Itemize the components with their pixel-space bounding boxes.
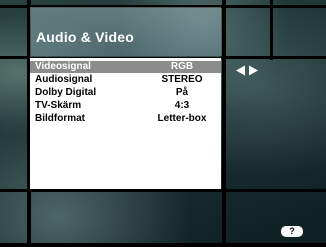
menu-row-label: Videosignal bbox=[35, 61, 91, 72]
menu-row-audiosignal[interactable]: Audiosignal STEREO bbox=[30, 74, 221, 86]
grid-line bbox=[0, 189, 326, 192]
menu-row-label: Audiosignal bbox=[35, 74, 93, 85]
menu-row-label: Bildformat bbox=[35, 113, 85, 124]
grid-line bbox=[222, 0, 226, 247]
menu-row-value: På bbox=[175, 87, 189, 98]
settings-menu: Videosignal RGB Audiosignal STEREO Dolby… bbox=[30, 58, 221, 189]
menu-row-value: Letter-box bbox=[157, 113, 207, 124]
help-button[interactable]: ? bbox=[281, 226, 303, 237]
menu-row-tv-skarm[interactable]: TV-Skärm 4:3 bbox=[30, 100, 221, 112]
grid-line bbox=[0, 243, 326, 247]
menu-row-label: TV-Skärm bbox=[35, 100, 82, 111]
left-right-arrows-icon[interactable] bbox=[232, 64, 262, 77]
menu-row-dolby-digital[interactable]: Dolby Digital På bbox=[30, 87, 221, 99]
menu-row-videosignal[interactable]: Videosignal RGB bbox=[30, 61, 221, 73]
menu-row-bildformat[interactable]: Bildformat Letter-box bbox=[30, 113, 221, 125]
menu-row-value: 4:3 bbox=[174, 100, 190, 111]
menu-row-value: STEREO bbox=[161, 74, 203, 85]
menu-row-label: Dolby Digital bbox=[35, 87, 97, 98]
page-title: Audio & Video bbox=[36, 29, 135, 45]
grid-line bbox=[270, 0, 273, 60]
menu-row-value: RGB bbox=[170, 61, 194, 72]
osd-screen: Audio & Video Videosignal RGB Audiosigna… bbox=[0, 0, 326, 247]
